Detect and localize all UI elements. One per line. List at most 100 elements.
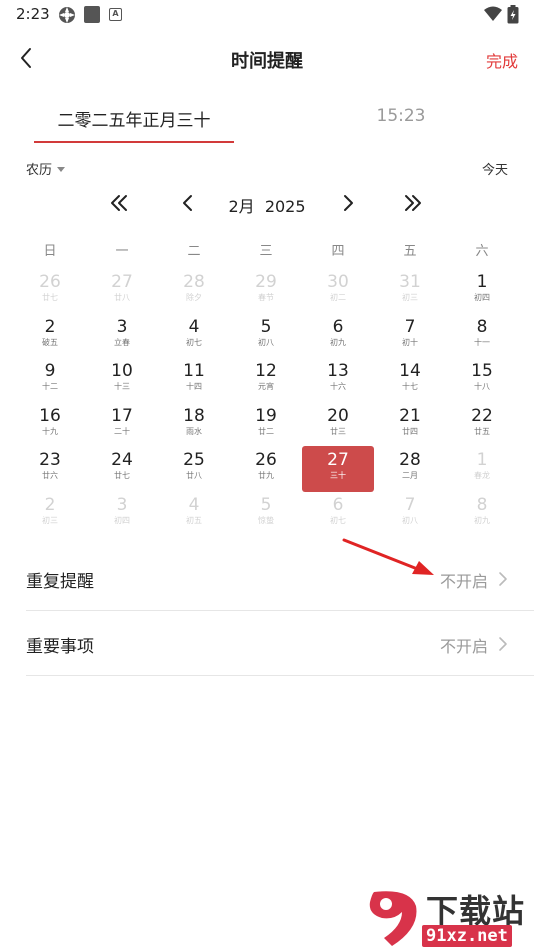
day-cell[interactable]: 23 廿六 bbox=[14, 446, 86, 491]
today-button[interactable]: 今天 bbox=[482, 159, 508, 178]
day-cell[interactable]: 30 初二 bbox=[302, 268, 374, 313]
day-number: 6 bbox=[332, 494, 344, 515]
day-number: 9 bbox=[44, 361, 56, 382]
day-cell[interactable]: 20 廿三 bbox=[302, 402, 374, 447]
day-cell[interactable]: 4 初五 bbox=[158, 491, 230, 536]
day-number: 22 bbox=[471, 405, 493, 426]
day-cell[interactable]: 26 廿九 bbox=[230, 446, 302, 491]
repeat-reminder-label: 重复提醒 bbox=[26, 572, 94, 592]
lunar-date: 廿二 bbox=[258, 426, 274, 436]
day-number: 16 bbox=[39, 405, 61, 426]
day-cell[interactable]: 1 春龙 bbox=[446, 446, 518, 491]
day-cell[interactable]: 31 初三 bbox=[374, 268, 446, 313]
day-cell[interactable]: 3 立春 bbox=[86, 313, 158, 358]
day-cell[interactable]: 12 元宵 bbox=[230, 357, 302, 402]
day-cell[interactable]: 29 春节 bbox=[230, 268, 302, 313]
chevron-right-icon bbox=[499, 637, 507, 651]
day-cell[interactable]: 15 十八 bbox=[446, 357, 518, 402]
day-cell[interactable]: 25 廿八 bbox=[158, 446, 230, 491]
day-cell[interactable]: 14 十七 bbox=[374, 357, 446, 402]
day-number: 2 bbox=[44, 494, 56, 515]
lunar-date: 初三 bbox=[42, 515, 58, 525]
day-number: 21 bbox=[399, 405, 421, 426]
day-cell[interactable]: 7 初八 bbox=[374, 491, 446, 536]
day-number: 3 bbox=[116, 316, 128, 337]
lunar-date: 十八 bbox=[474, 382, 490, 392]
caret-down-icon bbox=[57, 167, 66, 172]
year-text: 2025 bbox=[264, 197, 306, 216]
watermark: 下载站 91xz.net bbox=[360, 884, 534, 950]
day-cell[interactable]: 13 十六 bbox=[302, 357, 374, 402]
day-number: 12 bbox=[255, 361, 277, 382]
weekday-sat: 六 bbox=[475, 244, 489, 259]
day-cell[interactable]: 10 十三 bbox=[86, 357, 158, 402]
active-tab-indicator bbox=[34, 141, 234, 143]
lunar-date: 初三 bbox=[402, 293, 418, 302]
previous-month-icon[interactable] bbox=[176, 190, 202, 216]
wifi-icon bbox=[484, 6, 502, 21]
day-number: 10 bbox=[111, 361, 133, 382]
calendar-type-dropdown[interactable]: 农历 bbox=[26, 159, 66, 178]
lunar-date: 惊蛰 bbox=[258, 515, 274, 525]
lunar-date: 初二 bbox=[330, 293, 346, 302]
day-cell[interactable]: 26 廿七 bbox=[14, 268, 86, 313]
previous-year-icon[interactable] bbox=[106, 190, 132, 216]
day-cell[interactable]: 8 初九 bbox=[446, 491, 518, 536]
repeat-reminder-row[interactable]: 重复提醒 不开启 bbox=[26, 547, 534, 611]
day-cell[interactable]: 16 十九 bbox=[14, 402, 86, 447]
important-item-row[interactable]: 重要事项 不开启 bbox=[26, 612, 534, 676]
day-number: 13 bbox=[327, 361, 349, 382]
lunar-date: 三十 bbox=[330, 471, 346, 481]
day-cell[interactable]: 8 十一 bbox=[446, 313, 518, 358]
lunar-date: 初七 bbox=[186, 337, 202, 347]
day-cell[interactable]: 27 廿八 bbox=[86, 268, 158, 313]
day-cell[interactable]: 22 廿五 bbox=[446, 402, 518, 447]
calendar-week-row: 9 十二 10 十三 11 十四 12 元宵 13 十六 14 十七 15 十八 bbox=[14, 357, 518, 402]
day-cell[interactable]: 5 惊蛰 bbox=[230, 491, 302, 536]
day-cell[interactable]: 28 除夕 bbox=[158, 268, 230, 313]
lunar-date: 十七 bbox=[402, 382, 418, 392]
day-cell[interactable]: 17 二十 bbox=[86, 402, 158, 447]
day-cell[interactable]: 6 初七 bbox=[302, 491, 374, 536]
important-item-label: 重要事项 bbox=[26, 637, 94, 657]
next-year-icon[interactable] bbox=[400, 190, 426, 216]
day-number: 26 bbox=[255, 450, 277, 471]
day-number: 20 bbox=[327, 405, 349, 426]
tab-time[interactable]: 15:23 bbox=[364, 106, 438, 126]
lunar-date: 二月 bbox=[402, 471, 418, 481]
day-number: 2 bbox=[44, 316, 56, 337]
calendar-week-row: 16 十九 17 二十 18 雨水 19 廿二 20 廿三 21 廿四 22 廿五 bbox=[14, 402, 518, 447]
calendar-week-row: 23 廿六 24 廿七 25 廿八 26 廿九 27 三十 28 二月 1 春龙 bbox=[14, 446, 518, 492]
day-cell[interactable]: 4 初七 bbox=[158, 313, 230, 358]
day-number: 18 bbox=[183, 405, 205, 426]
day-cell[interactable]: 28 二月 bbox=[374, 446, 446, 491]
day-cell[interactable]: 2 破五 bbox=[14, 313, 86, 358]
lunar-date: 初九 bbox=[330, 337, 346, 347]
done-button[interactable]: 完成 bbox=[486, 48, 518, 72]
day-cell[interactable]: 9 十二 bbox=[14, 357, 86, 402]
day-cell[interactable]: 7 初十 bbox=[374, 313, 446, 358]
notification-square-icon bbox=[84, 6, 100, 23]
day-cell[interactable]: 5 初八 bbox=[230, 313, 302, 358]
day-cell[interactable]: 11 十四 bbox=[158, 357, 230, 402]
day-cell[interactable]: 18 雨水 bbox=[158, 402, 230, 447]
day-cell[interactable]: 24 廿七 bbox=[86, 446, 158, 491]
day-number: 17 bbox=[111, 405, 133, 426]
next-month-icon[interactable] bbox=[334, 190, 360, 216]
header-bar: 时间提醒 完成 bbox=[0, 36, 534, 82]
day-cell[interactable]: 19 廿二 bbox=[230, 402, 302, 447]
day-cell[interactable]: 6 初九 bbox=[302, 313, 374, 358]
lunar-date: 初八 bbox=[402, 515, 418, 525]
calendar-week-row: 2 破五 3 立春 4 初七 5 初八 6 初九 7 初十 8 十一 bbox=[14, 313, 518, 358]
day-cell[interactable]: 21 廿四 bbox=[374, 402, 446, 447]
selected-day-cell[interactable]: 27 三十 bbox=[302, 446, 374, 492]
weekday-fri: 五 bbox=[403, 244, 417, 259]
day-cell[interactable]: 1 初四 bbox=[446, 268, 518, 313]
lunar-date: 十四 bbox=[186, 382, 202, 392]
tab-date[interactable]: 二零二五年正月三十 bbox=[34, 106, 234, 131]
watermark-logo-icon bbox=[369, 891, 417, 946]
month-text: 2月 bbox=[228, 197, 255, 216]
lunar-date: 十二 bbox=[42, 382, 58, 392]
day-cell[interactable]: 2 初三 bbox=[14, 491, 86, 536]
day-cell[interactable]: 3 初四 bbox=[86, 491, 158, 536]
